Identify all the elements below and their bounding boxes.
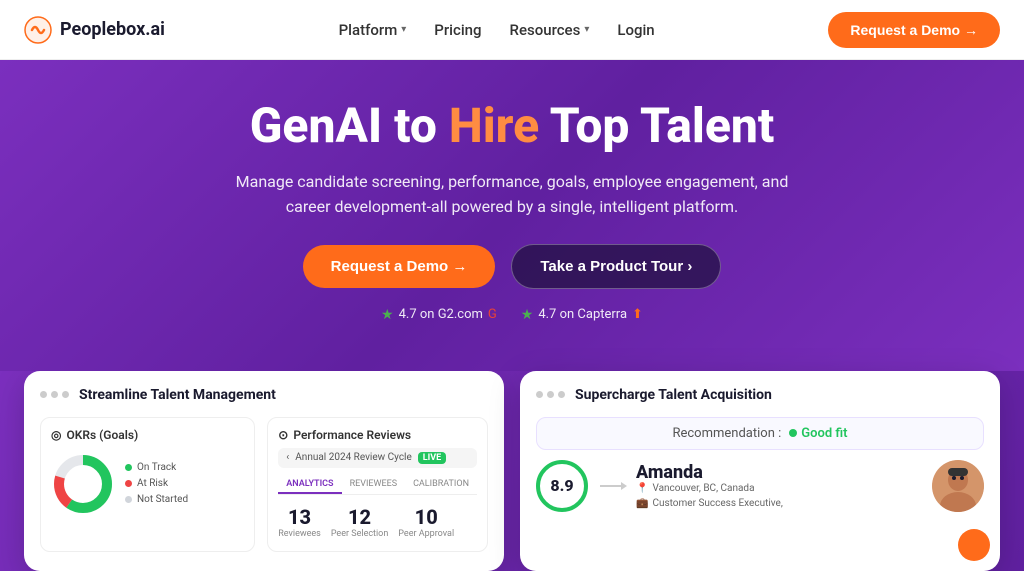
perf-tabs: ANALYTICS REVIEWEES CALIBRATION <box>278 476 477 495</box>
window-dots-right <box>536 391 565 398</box>
donut-chart <box>51 452 115 516</box>
ta-card-body: Recommendation : Good fit 8.9 Amanda <box>536 417 984 512</box>
capterra-icon: ⬆ <box>632 307 643 322</box>
dot2 <box>51 391 58 398</box>
nav-pricing[interactable]: Pricing <box>434 21 481 39</box>
logo-icon <box>24 16 52 44</box>
chevron-down-icon: ▾ <box>584 24 589 35</box>
tab-analytics[interactable]: ANALYTICS <box>278 476 341 494</box>
location-detail: 📍 Vancouver, BC, Canada <box>636 483 920 494</box>
talent-acquisition-card: Supercharge Talent Acquisition Recommend… <box>520 371 1000 571</box>
tour-button[interactable]: Take a Product Tour › <box>511 244 721 289</box>
ratings: ★ 4.7 on G2.com G ★ 4.7 on Capterra ⬆ <box>20 307 1004 323</box>
right-card-title: Supercharge Talent Acquisition <box>575 387 772 403</box>
stat-peer-approval: 10 Peer Approval <box>398 505 454 541</box>
arrow-connector <box>600 485 624 487</box>
g2-icon: G <box>488 307 497 322</box>
location-icon: 📍 <box>636 483 648 494</box>
hero-subtitle: Manage candidate screening, performance,… <box>232 169 792 220</box>
candidate-info: Amanda 📍 Vancouver, BC, Canada 💼 Custome… <box>636 462 920 509</box>
left-card-title: Streamline Talent Management <box>79 387 276 403</box>
briefcase-icon: 💼 <box>636 498 648 509</box>
dot1 <box>536 391 543 398</box>
request-demo-button[interactable]: Request a Demo → <box>828 12 1000 48</box>
candidate-row: 8.9 Amanda 📍 Vancouver, BC, Canada 💼 <box>536 460 984 512</box>
legend-at-risk: At Risk <box>125 478 188 489</box>
navbar: Peoplebox.ai Platform ▾ Pricing Resource… <box>0 0 1024 60</box>
dot3 <box>62 391 69 398</box>
arrow-head <box>621 482 627 490</box>
chevron-icon: ‹ <box>286 452 289 463</box>
nav-login[interactable]: Login <box>617 21 654 39</box>
red-dot <box>125 480 132 487</box>
green-dot <box>125 464 132 471</box>
talent-management-card: Streamline Talent Management ◎ OKRs (Goa… <box>24 371 504 571</box>
okr-panel: ◎ OKRs (Goals) On Track <box>40 417 255 552</box>
star-icon: ★ <box>521 307 534 323</box>
card-header-right: Supercharge Talent Acquisition <box>536 387 984 403</box>
star-icon: ★ <box>381 307 394 323</box>
chevron-down-icon: ▾ <box>401 24 406 35</box>
legend-not-started: Not Started <box>125 494 188 505</box>
score-circle: 8.9 <box>536 460 588 512</box>
stat-reviewees: 13 Reviewees <box>278 505 321 541</box>
dot2 <box>547 391 554 398</box>
good-fit-badge: Good fit <box>789 426 847 441</box>
candidate-details: 📍 Vancouver, BC, Canada 💼 Customer Succe… <box>636 483 920 509</box>
hero-title: GenAI to Hire Top Talent <box>20 100 1004 153</box>
logo[interactable]: Peoplebox.ai <box>24 16 165 44</box>
donut-container: On Track At Risk Not Started <box>51 452 244 516</box>
live-badge: LIVE <box>418 452 446 464</box>
tab-calibration[interactable]: CALIBRATION <box>405 476 477 494</box>
stat-peer-selection: 12 Peer Selection <box>331 505 388 541</box>
legend-on-track: On Track <box>125 462 188 473</box>
recommendation-box: Recommendation : Good fit <box>536 417 984 450</box>
cycle-bar: ‹ Annual 2024 Review Cycle LIVE <box>278 448 477 468</box>
card-header-left: Streamline Talent Management <box>40 387 488 403</box>
hero-buttons: Request a Demo → Take a Product Tour › <box>20 244 1004 289</box>
candidate-avatar <box>932 460 984 512</box>
left-card-body: ◎ OKRs (Goals) On Track <box>40 417 488 552</box>
dot3 <box>558 391 565 398</box>
g2-rating: ★ 4.7 on G2.com G <box>381 307 497 323</box>
nav-platform[interactable]: Platform ▾ <box>339 21 407 39</box>
logo-text: Peoplebox.ai <box>60 19 165 40</box>
nav-links: Platform ▾ Pricing Resources ▾ Login <box>339 21 655 39</box>
chart-icon: ⊙ <box>278 428 288 442</box>
gray-dot <box>125 496 132 503</box>
capterra-rating: ★ 4.7 on Capterra ⬆ <box>521 307 643 323</box>
okr-title: ◎ OKRs (Goals) <box>51 428 244 442</box>
hero-section: GenAI to Hire Top Talent Manage candidat… <box>0 60 1024 371</box>
window-dots <box>40 391 69 398</box>
stats-row: 13 Reviewees 12 Peer Selection 10 Peer A… <box>278 505 477 541</box>
role-detail: 💼 Customer Success Executive, <box>636 498 920 509</box>
okr-legend: On Track At Risk Not Started <box>125 462 188 505</box>
cards-section: Streamline Talent Management ◎ OKRs (Goa… <box>0 371 1024 571</box>
green-dot-icon <box>789 429 797 437</box>
nav-resources[interactable]: Resources ▾ <box>510 21 590 39</box>
demo-button[interactable]: Request a Demo → <box>303 245 496 288</box>
tab-reviewees[interactable]: REVIEWEES <box>342 476 406 494</box>
orange-accent <box>958 529 990 561</box>
perf-title: ⊙ Performance Reviews <box>278 428 477 442</box>
performance-panel: ⊙ Performance Reviews ‹ Annual 2024 Revi… <box>267 417 488 552</box>
target-icon: ◎ <box>51 428 61 442</box>
dot1 <box>40 391 47 398</box>
